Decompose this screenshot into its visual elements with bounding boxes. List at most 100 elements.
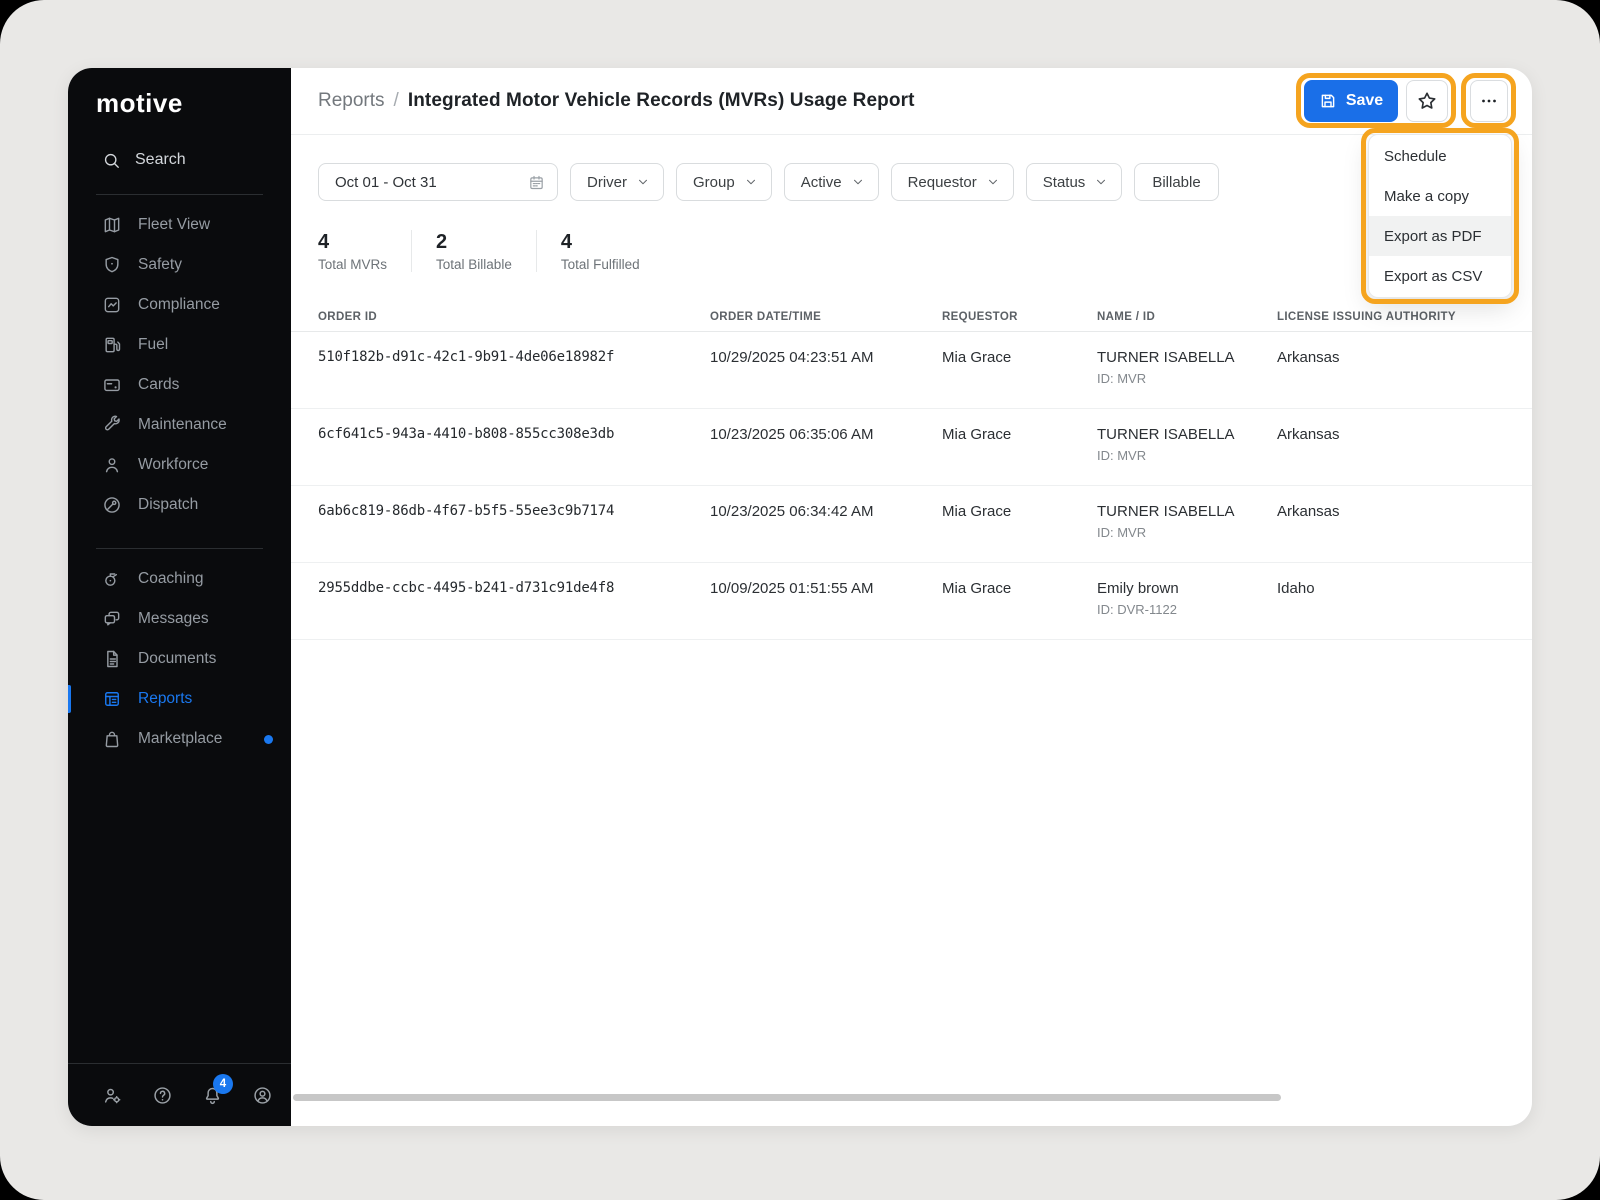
cell-name: TURNER ISABELLA [1097, 503, 1277, 520]
column-header[interactable]: REQUESTOR [942, 311, 1097, 323]
cell-license-authority: Arkansas [1277, 503, 1505, 562]
compliance-chart-icon [102, 295, 122, 315]
cell-id: ID: MVR [1097, 525, 1277, 540]
filter-dropdown-status[interactable]: Status [1026, 163, 1123, 201]
breadcrumb[interactable]: Reports [318, 90, 385, 112]
content-area: Reports / Integrated Motor Vehicle Recor… [291, 68, 1532, 1126]
search-icon [102, 151, 121, 170]
chevron-down-icon [986, 175, 1000, 189]
sidebar-item-fuel[interactable]: Fuel [68, 325, 291, 365]
stat-total-fulfilled: 4 Total Fulfilled [536, 230, 664, 272]
stat-total-billable: 2 Total Billable [411, 230, 536, 272]
sidebar-divider [96, 548, 263, 549]
date-range-filter[interactable]: Oct 01 - Oct 31 [318, 163, 558, 201]
cell-requestor: Mia Grace [942, 503, 1097, 562]
chat-icon [102, 609, 122, 629]
table-body: 510f182b-d91c-42c1-9b91-4de06e18982f10/2… [291, 332, 1532, 640]
admin-user-gear-button[interactable] [102, 1085, 123, 1106]
account-button[interactable] [252, 1085, 273, 1106]
sidebar-item-reports[interactable]: Reports [68, 679, 291, 719]
filter-dropdown-requestor[interactable]: Requestor [891, 163, 1014, 201]
summary-stats: 4Total MVRs2Total Billable4Total Fulfill… [318, 230, 664, 272]
sidebar-footer: 4 [68, 1063, 291, 1126]
app-window: motive Search Fleet View Safety Compliance… [68, 68, 1532, 1126]
stat-value: 4 [561, 230, 640, 254]
more-options-button[interactable] [1470, 80, 1508, 122]
sidebar-item-documents[interactable]: Documents [68, 639, 291, 679]
filter-label: Requestor [908, 174, 977, 191]
cell-order-datetime: 10/29/2025 04:23:51 AM [710, 349, 942, 408]
sidebar-item-label: Workforce [138, 456, 208, 474]
menu-item-schedule[interactable]: Schedule [1369, 136, 1511, 176]
cell-order-id: 6ab6c819-86db-4f67-b5f5-55ee3c9b7174 [318, 503, 710, 562]
more-options-menu: ScheduleMake a copyExport as PDFExport a… [1368, 134, 1512, 298]
shield-icon [102, 255, 122, 275]
page-title: Integrated Motor Vehicle Records (MVRs) … [408, 90, 915, 112]
breadcrumb-separator: / [394, 90, 399, 112]
sidebar-item-maintenance[interactable]: Maintenance [68, 405, 291, 445]
sidebar-item-label: Documents [138, 650, 216, 668]
cell-order-id: 2955ddbe-ccbc-4495-b241-d731c91de4f8 [318, 580, 710, 639]
help-button[interactable] [152, 1085, 173, 1106]
sidebar-item-label: Coaching [138, 570, 204, 588]
column-header[interactable]: ORDER DATE/TIME [710, 311, 942, 323]
save-button[interactable]: Save [1304, 80, 1398, 122]
menu-item-export-as-pdf[interactable]: Export as PDF [1369, 216, 1511, 256]
sidebar-item-compliance[interactable]: Compliance [68, 285, 291, 325]
cell-name-id: TURNER ISABELLA ID: MVR [1097, 349, 1277, 408]
horizontal-scrollbar[interactable] [293, 1094, 1281, 1101]
fuel-pump-icon [102, 335, 122, 355]
shopping-bag-icon [102, 729, 122, 749]
stat-label: Total MVRs [318, 257, 387, 272]
sidebar-item-fleet-view[interactable]: Fleet View [68, 205, 291, 245]
new-badge-dot [264, 735, 273, 744]
sidebar-search[interactable]: Search [68, 140, 291, 180]
table-header-row: ORDER IDORDER DATE/TIMEREQUESTORNAME / I… [291, 303, 1532, 332]
table-row[interactable]: 510f182b-d91c-42c1-9b91-4de06e18982f10/2… [291, 332, 1532, 409]
dispatch-pin-icon [102, 495, 122, 515]
sidebar-item-messages[interactable]: Messages [68, 599, 291, 639]
filter-label: Driver [587, 174, 627, 191]
cell-name: TURNER ISABELLA [1097, 349, 1277, 366]
credit-card-icon [102, 375, 122, 395]
menu-item-make-a-copy[interactable]: Make a copy [1369, 176, 1511, 216]
column-header[interactable]: LICENSE ISSUING AUTHORITY [1277, 311, 1505, 323]
sidebar-item-label: Fleet View [138, 216, 210, 234]
chevron-down-icon [636, 175, 650, 189]
cell-id: ID: MVR [1097, 371, 1277, 386]
stat-label: Total Fulfilled [561, 257, 640, 272]
stat-value: 2 [436, 230, 512, 254]
filter-dropdown-active[interactable]: Active [784, 163, 879, 201]
stat-label: Total Billable [436, 257, 512, 272]
bell-button[interactable]: 4 [202, 1085, 223, 1106]
cell-requestor: Mia Grace [942, 426, 1097, 485]
chevron-down-icon [851, 175, 865, 189]
table-row[interactable]: 6ab6c819-86db-4f67-b5f5-55ee3c9b717410/2… [291, 486, 1532, 563]
motive-logo: motive [96, 88, 183, 119]
cell-name: Emily brown [1097, 580, 1277, 597]
map-icon [102, 215, 122, 235]
column-header[interactable]: NAME / ID [1097, 311, 1277, 323]
menu-item-export-as-csv[interactable]: Export as CSV [1369, 256, 1511, 296]
sidebar-item-safety[interactable]: Safety [68, 245, 291, 285]
filter-label: Status [1043, 174, 1086, 191]
sidebar-item-label: Dispatch [138, 496, 198, 514]
sidebar-item-label: Marketplace [138, 730, 222, 748]
sidebar-item-dispatch[interactable]: Dispatch [68, 485, 291, 525]
favorite-star-button[interactable] [1406, 80, 1448, 122]
table-row[interactable]: 6cf641c5-943a-4410-b808-855cc308e3db10/2… [291, 409, 1532, 486]
sidebar-item-marketplace[interactable]: Marketplace [68, 719, 291, 759]
sidebar-item-label: Compliance [138, 296, 220, 314]
account-icon [252, 1085, 273, 1106]
sidebar-item-coaching[interactable]: Coaching [68, 559, 291, 599]
cell-name-id: TURNER ISABELLAID: MVR [1097, 426, 1277, 485]
column-header[interactable]: ORDER ID [318, 311, 710, 323]
sidebar-item-cards[interactable]: Cards [68, 365, 291, 405]
filter-dropdown-driver[interactable]: Driver [570, 163, 664, 201]
filter-button-billable[interactable]: Billable [1134, 163, 1218, 201]
filter-dropdown-group[interactable]: Group [676, 163, 772, 201]
sidebar-item-workforce[interactable]: Workforce [68, 445, 291, 485]
table-row[interactable]: 2955ddbe-ccbc-4495-b241-d731c91de4f810/0… [291, 563, 1532, 640]
person-icon [102, 455, 122, 475]
cell-name-id: TURNER ISABELLA ID: MVR [1097, 503, 1277, 562]
